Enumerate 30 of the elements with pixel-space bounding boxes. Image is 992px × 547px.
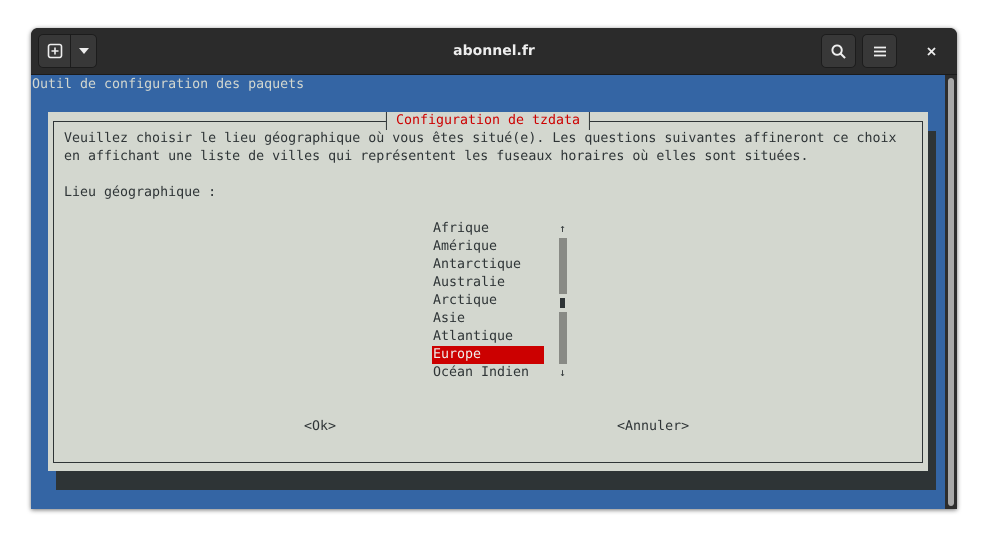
- list-item[interactable]: Arctique: [432, 292, 544, 310]
- list-item[interactable]: Australie: [432, 274, 544, 292]
- list-item[interactable]: Europe: [432, 346, 544, 364]
- scroll-down-arrow[interactable]: ↓: [559, 364, 566, 382]
- list-item[interactable]: Océan Indien: [432, 364, 544, 382]
- list-scrollbar[interactable]: [558, 238, 566, 364]
- terminal-scrollbar[interactable]: [945, 75, 957, 509]
- dropdown-button[interactable]: [71, 34, 97, 68]
- list-item[interactable]: Atlantique: [432, 328, 544, 346]
- menu-icon: [874, 46, 886, 56]
- list-item[interactable]: Asie: [432, 310, 544, 328]
- message-line: en affichant une liste de villes qui représentent les fuseaux horaires où elles sont situées.: [64, 148, 810, 166]
- scroll-up-arrow[interactable]: ↑: [559, 220, 566, 238]
- close-icon: [926, 46, 936, 56]
- dialog-button[interactable]: <Ok>: [304, 418, 336, 436]
- list-item[interactable]: Afrique: [432, 220, 544, 238]
- new-tab-button[interactable]: [38, 34, 71, 68]
- new-tab-icon: [46, 43, 62, 59]
- list-label: Lieu géographique :: [64, 184, 218, 202]
- menu-button[interactable]: [862, 34, 897, 68]
- list-item[interactable]: Antarctique: [432, 256, 544, 274]
- caret-icon: [78, 48, 88, 54]
- list-item[interactable]: Amérique: [432, 238, 544, 256]
- dialog-title: Configuration de tzdata: [386, 112, 590, 130]
- window-title: abonnel.fr: [453, 43, 535, 59]
- backtitle: Outil de configuration des paquets: [31, 76, 306, 94]
- search-icon: [831, 44, 846, 58]
- message-line: Veuillez choisir le lieu géographique où vous êtes situé(e). Les questions suivantes affineront ce choix: [64, 130, 898, 148]
- search-button[interactable]: [821, 34, 856, 68]
- dialog-button[interactable]: <Annuler>: [617, 418, 690, 436]
